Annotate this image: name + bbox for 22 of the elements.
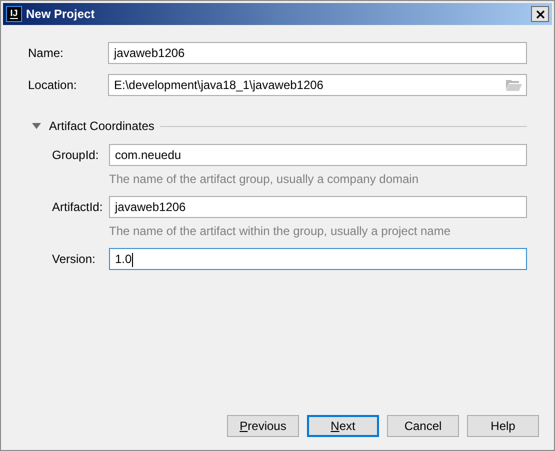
field-label: GroupId: — [52, 147, 100, 164]
section-title[interactable]: Artifact Coordinates — [49, 117, 154, 135]
dialog-button[interactable]: Previous — [227, 415, 299, 437]
close-button[interactable] — [531, 6, 549, 22]
field-label: Location: — [28, 77, 78, 94]
field-label: ArtifactId: — [52, 199, 104, 216]
field-label: Version: — [52, 251, 96, 268]
field-hint: The name of the artifact group, usually a company domain — [109, 171, 420, 188]
close-icon — [536, 10, 544, 18]
input-field[interactable]: com.neuedu — [109, 144, 527, 166]
dialog-button[interactable]: Cancel — [387, 415, 459, 437]
field-label: Name: — [28, 45, 64, 62]
path-field[interactable]: E:\development\java18_1\javaweb1206 — [108, 74, 527, 96]
dialog-button[interactable]: Next — [307, 415, 379, 437]
input-field[interactable]: 1.0 — [109, 248, 527, 270]
app-logo-icon: IJ — [6, 6, 22, 22]
input-field[interactable]: javaweb1206 — [108, 42, 527, 64]
dialog-button[interactable]: Help — [467, 415, 539, 437]
expand-arrow-icon[interactable] — [32, 123, 41, 129]
window-title: New Project — [26, 6, 95, 23]
field-hint: The name of the artifact within the group, usually a project name — [109, 223, 452, 240]
input-field[interactable]: javaweb1206 — [109, 196, 527, 218]
